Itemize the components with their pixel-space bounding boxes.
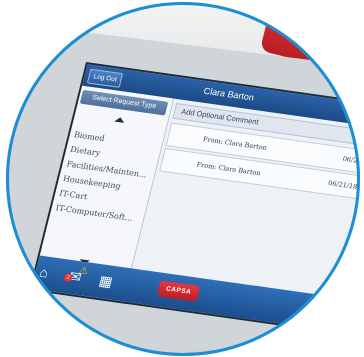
message-date: 06/21/ bbox=[341, 154, 360, 166]
alert-count-badge: 2 bbox=[63, 273, 74, 283]
touch-screen: Log Out Clara Barton Select Request Type… bbox=[29, 62, 360, 333]
message-from: From: Clara Barton bbox=[202, 135, 268, 152]
message-from: From: Clara Barton bbox=[195, 160, 262, 178]
calculator-icon[interactable]: ▦ bbox=[97, 272, 114, 289]
message-date: 06/21/18 bbox=[327, 178, 359, 191]
warning-icon: ⚠ bbox=[77, 265, 90, 278]
logout-button[interactable]: Log Out bbox=[86, 68, 124, 88]
alert-icon[interactable]: ✉ 2 ⚠ bbox=[63, 265, 89, 285]
home-icon[interactable]: ⌂ bbox=[38, 264, 50, 281]
photo-crop: Log Out Clara Barton Select Request Type… bbox=[6, 2, 360, 356]
request-type-list: Biomed Dietary Facilities/Mainten... Hou… bbox=[54, 127, 156, 226]
user-name: Clara Barton bbox=[202, 85, 256, 103]
arrow-up-icon[interactable] bbox=[114, 116, 126, 123]
capsa-brand-button[interactable]: CAPSA bbox=[156, 280, 201, 302]
